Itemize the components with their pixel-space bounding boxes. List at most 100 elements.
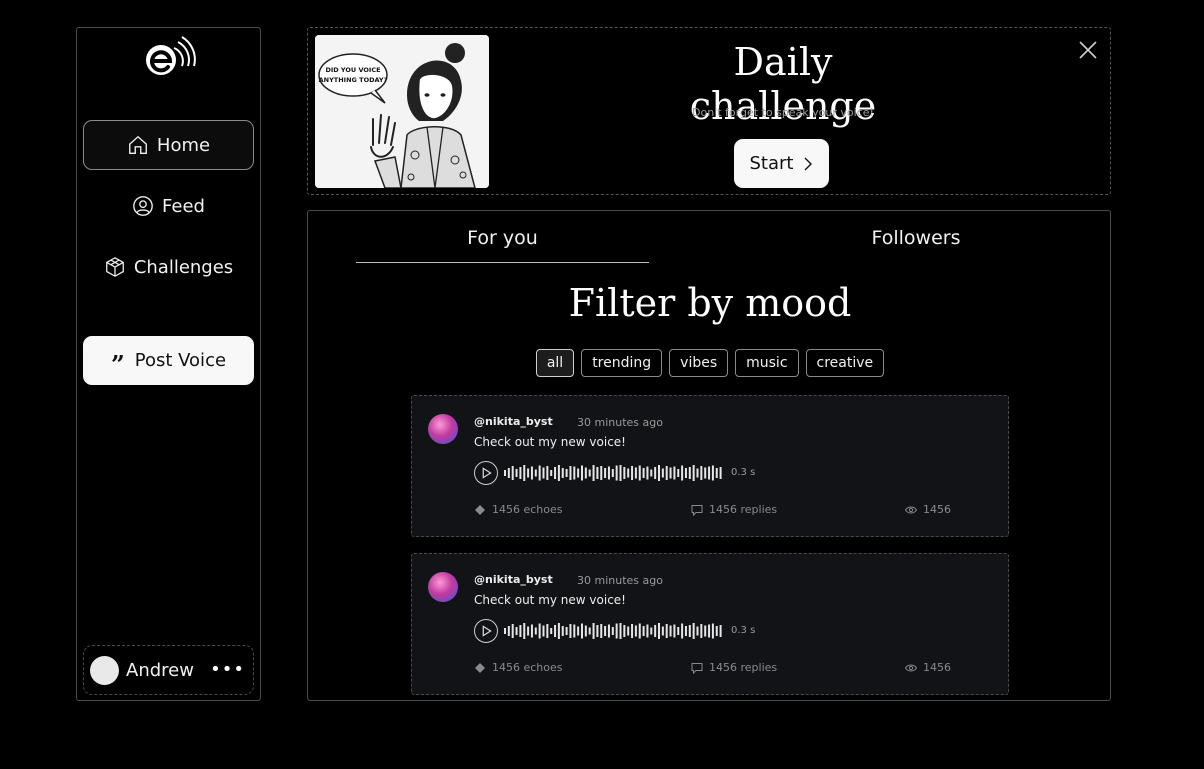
waveform-bar [688,467,691,479]
waveform-bar [577,468,580,478]
echoes-count: 1456 echoes [492,503,563,516]
waveform-bar [557,623,560,639]
waveform-bar [696,626,699,636]
close-icon[interactable] [1078,40,1098,60]
post-time: 30 minutes ago [577,416,663,429]
voice-post[interactable]: @nikita_byst 30 minutes ago Check out my… [411,553,1009,695]
avatar[interactable] [428,414,458,444]
waveform-bar [715,468,718,478]
waveform-bar [642,626,645,636]
waveform-bar [719,625,722,637]
views-stat: 1456 [905,503,951,516]
sidebar-item-home[interactable]: Home [83,120,254,170]
waveform-bar [619,623,622,639]
views-stat: 1456 [905,661,951,674]
challenge-subtitle: Don't forget to speak your voice! [692,106,874,119]
waveform-bar [623,625,626,637]
play-button[interactable] [474,619,498,643]
waveform-bar [557,465,560,481]
app-logo[interactable] [141,34,197,78]
waveform-bar [669,467,672,479]
replies-stat[interactable]: 1456 replies [691,503,777,516]
waveform-bar [704,625,707,637]
waveform-bar [665,624,668,638]
echoes-stat[interactable]: 1456 echoes [474,503,563,516]
replies-count: 1456 replies [709,661,778,674]
waveform-bar [581,623,583,639]
waveform-bar [700,624,703,638]
waveform-bar [711,623,714,639]
waveform-bar [719,467,722,479]
waveform-bar [646,466,649,480]
waveform-bar [523,623,526,639]
waveform-bar [646,624,649,638]
eye-icon [905,664,917,671]
mood-chip-trending[interactable]: trending [581,349,663,377]
waveform-bar [507,626,510,636]
start-button[interactable]: Start [734,139,829,188]
waveform-bar [677,469,680,477]
waveform-bar [684,468,687,478]
waveform-bar [561,468,564,478]
waveform-bar [542,625,545,637]
waveform-bar [511,624,514,638]
waveform-bar [692,465,695,481]
post-text: Check out my new voice! [474,593,626,607]
sidebar-item-feed[interactable]: Feed [83,181,254,231]
waveform-bar [530,624,533,638]
waveform-bar [692,623,695,639]
waveform-bar [600,624,603,638]
waveform-bar [631,624,634,638]
sidebar-item-challenges[interactable]: Challenges [83,242,254,292]
waveform-bar [550,628,553,634]
mood-chip-music[interactable]: music [735,349,799,377]
play-button[interactable] [474,461,498,485]
waveform-bar [704,467,707,479]
post-voice-label: Post Voice [134,350,227,371]
waveform[interactable] [504,464,726,482]
waveform[interactable] [504,622,726,640]
filter-title: Filter by mood [568,281,852,325]
post-handle[interactable]: @nikita_byst [474,573,553,586]
waveform-bar [708,624,711,638]
user-profile[interactable]: Andrew ••• [83,645,254,695]
waveform-bar [654,625,657,637]
more-options-icon[interactable]: ••• [210,661,245,679]
echoes-count: 1456 echoes [492,661,563,674]
waveform-bar [504,470,506,476]
sidebar-item-label: Challenges [133,256,234,278]
quote-icon: ” [110,349,125,379]
tab-followers[interactable]: Followers [768,227,1064,249]
cube-icon [105,257,124,277]
waveform-bar [515,469,518,477]
mood-filters: all trending vibes music creative [308,349,1110,377]
waveform-bar [611,627,614,635]
echoes-stat[interactable]: 1456 echoes [474,661,563,674]
waveform-bar [661,626,664,636]
waveform-bar [650,627,653,635]
waveform-bar [538,465,541,481]
waveform-bar [565,469,568,477]
voice-post[interactable]: @nikita_byst 30 minutes ago Check out my… [411,395,1009,537]
audio-duration: 0.3 s [731,467,756,478]
avatar[interactable] [428,572,458,602]
waveform-bar [530,466,533,480]
mood-chip-vibes[interactable]: vibes [669,349,729,377]
waveform-bar [511,466,514,480]
post-time: 30 minutes ago [577,574,663,587]
replies-stat[interactable]: 1456 replies [691,661,777,674]
post-voice-button[interactable]: ” Post Voice [83,336,254,385]
mood-chip-creative[interactable]: creative [805,349,885,377]
waveform-bar [573,466,576,480]
replies-count: 1456 replies [709,503,778,516]
svg-text:ANYTHING TODAY?: ANYTHING TODAY? [319,76,388,84]
waveform-bar [515,627,518,635]
tab-for-you[interactable]: For you [356,227,649,263]
waveform-bar [661,468,664,478]
mood-chip-all[interactable]: all [535,349,575,377]
waveform-bar [708,466,711,480]
waveform-bar [534,627,537,635]
waveform-bar [615,623,618,639]
post-handle[interactable]: @nikita_byst [474,415,553,428]
waveform-bar [546,624,549,638]
